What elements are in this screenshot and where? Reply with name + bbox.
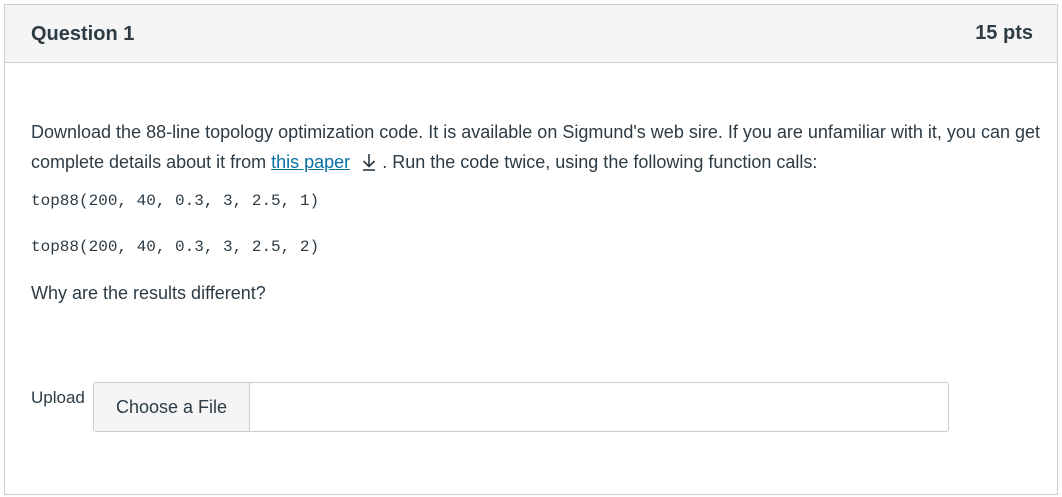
question-card: Question 1 15 pts Download the 88-line t…: [4, 4, 1058, 495]
question-text: Download the 88-line topology optimizati…: [31, 117, 1041, 177]
upload-row: Upload Choose a File: [31, 382, 949, 432]
question-follow-up: Why are the results different?: [31, 283, 266, 303]
selected-file-name: [250, 383, 948, 431]
question-points: 15 pts: [975, 22, 1033, 44]
question-text-after-link: . Run the code twice, using the followin…: [382, 152, 818, 172]
question-body: Download the 88-line topology optimizati…: [5, 63, 1057, 305]
question-title: Question 1: [31, 23, 135, 45]
file-upload-field[interactable]: Choose a File: [93, 382, 949, 432]
upload-label: Upload: [31, 388, 85, 407]
paper-link[interactable]: this paper: [271, 152, 350, 172]
question-header: Question 1 15 pts: [5, 5, 1057, 63]
choose-file-button[interactable]: Choose a File: [94, 383, 250, 431]
download-icon[interactable]: [358, 150, 380, 171]
code-line-2: top88(200, 40, 0.3, 3, 2.5, 2): [31, 238, 320, 256]
code-line-1: top88(200, 40, 0.3, 3, 2.5, 1): [31, 192, 320, 210]
